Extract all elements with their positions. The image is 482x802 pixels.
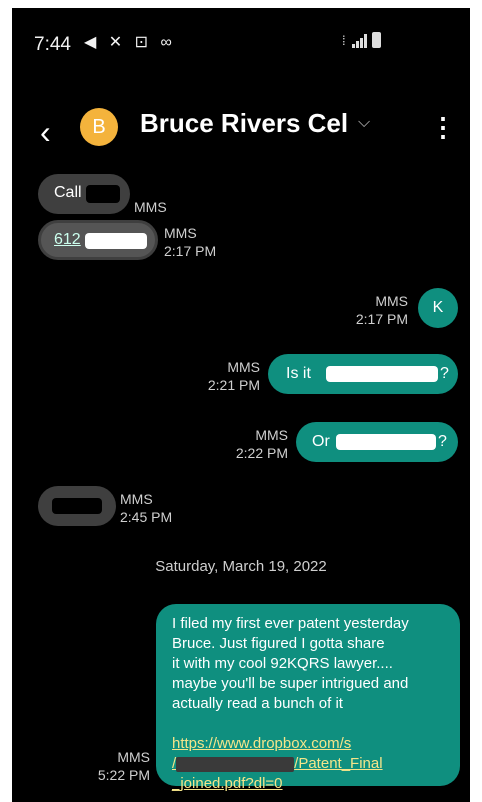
message-type: MMS: [375, 293, 408, 309]
avatar[interactable]: B: [80, 108, 118, 146]
vibrate-icon: ⁞: [342, 33, 346, 48]
message-line: Bruce. Just figured I gotta share: [172, 635, 385, 652]
dropbox-link[interactable]: https://www.dropbox.com/s: [172, 734, 444, 754]
message-text: Or: [312, 433, 330, 450]
message-line: actually read a bunch of it: [172, 695, 343, 712]
message-meta: MMS 2:45 PM: [120, 490, 172, 526]
incoming-message[interactable]: Call: [38, 174, 130, 214]
message-time: 2:22 PM: [235, 445, 288, 461]
status-notification-icons: ◀ ✕ ⊡ ∞: [84, 34, 176, 51]
signal-icon: [351, 34, 367, 48]
message-type: MMS: [117, 749, 150, 765]
redacted-block: [52, 498, 102, 514]
more-options-icon[interactable]: ⋮: [430, 112, 456, 143]
status-bar: 7:44 ◀ ✕ ⊡ ∞ ⁞: [12, 8, 470, 68]
incoming-message[interactable]: [38, 486, 116, 526]
redacted-block: [85, 233, 147, 249]
message-text: K: [432, 299, 444, 316]
message-line: it with my cool 92KQRS lawyer....: [172, 655, 393, 672]
message-text: Call: [54, 184, 82, 201]
phone-number-link[interactable]: 612: [54, 231, 81, 249]
dropbox-link-line-2[interactable]: //Patent_Final: [172, 754, 444, 774]
message-time: 2:17 PM: [164, 243, 217, 259]
redacted-block: [86, 185, 120, 203]
conversation-header: ‹ B Bruce Rivers Cel ⌵ ⋮: [12, 104, 470, 156]
outgoing-message[interactable]: Or ?: [296, 422, 458, 462]
dropbox-link-line-3[interactable]: _joined.pdf?dl=0: [172, 774, 444, 794]
link-part: /Patent_Final: [294, 755, 383, 772]
message-meta: MMS 2:17 PM: [352, 292, 408, 328]
message-time: 2:45 PM: [120, 509, 173, 525]
chevron-down-icon[interactable]: ⌵: [358, 114, 370, 132]
message-time: 2:21 PM: [207, 377, 260, 393]
outgoing-message[interactable]: Is it ?: [268, 354, 458, 394]
message-type: MMS: [120, 491, 153, 507]
message-type: MMS: [164, 225, 197, 241]
message-line: I filed my first ever patent yesterday: [172, 615, 409, 632]
message-meta: MMS 2:22 PM: [230, 426, 288, 462]
message-meta: MMS: [134, 199, 167, 215]
date-separator: Saturday, March 19, 2022: [155, 558, 327, 575]
incoming-message[interactable]: 612: [38, 220, 158, 260]
message-meta: MMS 5:22 PM: [92, 748, 150, 784]
message-line: maybe you'll be super intrigued and: [172, 675, 409, 692]
contact-name[interactable]: Bruce Rivers Cel: [140, 108, 348, 139]
redacted-block: [176, 756, 295, 772]
message-type: MMS: [227, 359, 260, 375]
redacted-block: [326, 366, 438, 382]
status-right-icons: ⁞: [342, 32, 381, 48]
message-text-end: ?: [440, 365, 449, 382]
back-arrow-icon[interactable]: ‹: [40, 114, 51, 151]
message-text: Is it: [286, 365, 311, 382]
message-type: MMS: [255, 427, 288, 443]
message-time: 2:17 PM: [355, 311, 408, 327]
status-time: 7:44: [34, 34, 71, 55]
outgoing-message[interactable]: I filed my first ever patent yesterday B…: [156, 604, 460, 792]
message-meta: MMS 2:21 PM: [204, 358, 260, 394]
message-text-end: ?: [438, 433, 447, 450]
battery-icon: [371, 32, 381, 48]
message-time: 5:22 PM: [97, 767, 150, 783]
messages-screen: 7:44 ◀ ✕ ⊡ ∞ ⁞ ‹ B Bruce Rivers Cel ⌵ ⋮ …: [12, 8, 470, 802]
message-meta: MMS 2:17 PM: [164, 224, 216, 260]
outgoing-message[interactable]: K: [418, 288, 458, 328]
redacted-block: [336, 434, 436, 450]
